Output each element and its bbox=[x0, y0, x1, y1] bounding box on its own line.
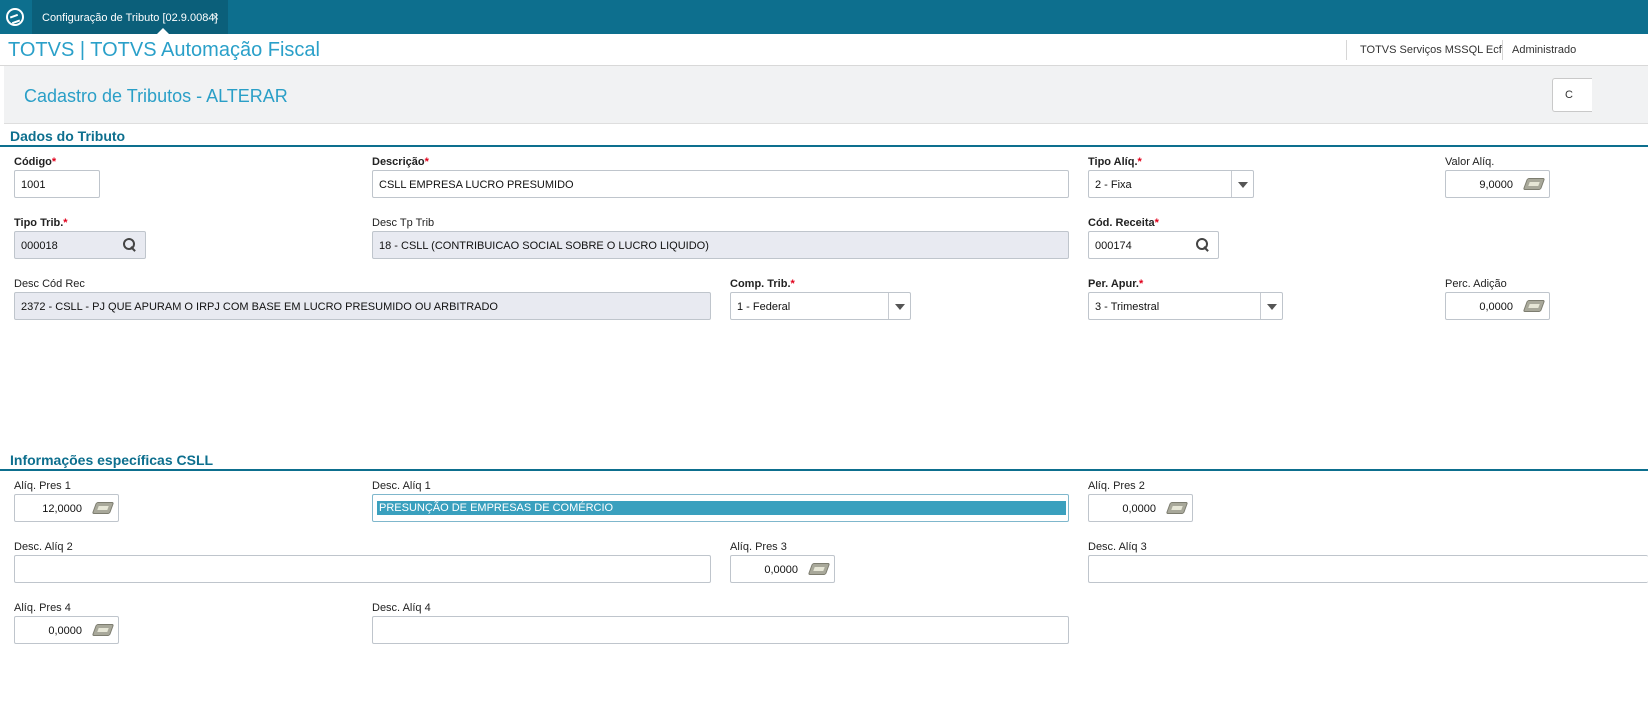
descricao-input[interactable]: CSLL EMPRESA LUCRO PRESUMIDO bbox=[372, 170, 1069, 198]
user-menu[interactable]: Administrado bbox=[1512, 44, 1576, 56]
app-window: Configuração de Tributo [02.9.0084] × TO… bbox=[0, 0, 1648, 710]
desc-tp-trib-field: 18 - CSLL (CONTRIBUICAO SOCIAL SOBRE O L… bbox=[372, 231, 1069, 259]
chevron-down-icon[interactable] bbox=[1260, 293, 1282, 319]
totvs-logo-icon[interactable] bbox=[6, 8, 24, 26]
desc-aliq-1-input[interactable]: PRESUNÇÃO DE EMPRESAS DE COMÉRCIO bbox=[372, 494, 1069, 522]
section-divider bbox=[0, 145, 1648, 147]
perc-adicao-input[interactable]: 0,0000 bbox=[1445, 292, 1550, 320]
tab-label: Configuração de Tributo [02.9.0084] bbox=[42, 12, 218, 24]
page-title-band: Cadastro de Tributos - ALTERAR C bbox=[4, 66, 1648, 124]
desc-aliq-4-input[interactable] bbox=[372, 616, 1069, 644]
codigo-input[interactable]: 1001 bbox=[14, 170, 100, 198]
valor-aliq-input[interactable]: 9,0000 bbox=[1445, 170, 1550, 198]
aliq-pres-4-label: Alíq. Pres 4 bbox=[14, 602, 71, 614]
comp-trib-label: Comp. Trib.* bbox=[730, 278, 795, 290]
tipo-trib-label: Tipo Trib.* bbox=[14, 217, 68, 229]
aliq-pres-2-label: Alíq. Pres 2 bbox=[1088, 480, 1145, 492]
tipo-trib-input[interactable]: 000018 bbox=[14, 231, 146, 259]
search-icon[interactable] bbox=[1196, 238, 1210, 252]
descricao-label: Descrição* bbox=[372, 156, 429, 168]
section-title-dados-tributo: Dados do Tributo bbox=[10, 128, 126, 144]
desc-aliq-2-label: Desc. Alíq 2 bbox=[14, 541, 73, 553]
section-divider bbox=[0, 469, 1648, 471]
desc-cod-rec-label: Desc Cód Rec bbox=[14, 278, 85, 290]
calculator-icon[interactable] bbox=[1522, 178, 1546, 190]
per-apur-label: Per. Apur.* bbox=[1088, 278, 1144, 290]
valor-aliq-label: Valor Alíq. bbox=[1445, 156, 1495, 168]
per-apur-select[interactable]: 3 - Trimestral bbox=[1088, 292, 1283, 320]
close-icon[interactable]: × bbox=[212, 10, 219, 24]
tipo-aliq-select[interactable]: 2 - Fixa bbox=[1088, 170, 1254, 198]
environment-label[interactable]: TOTVS Serviços MSSQL Ecf bbox=[1360, 44, 1502, 56]
desc-cod-rec-field: 2372 - CSLL - PJ QUE APURAM O IRPJ COM B… bbox=[14, 292, 711, 320]
chevron-down-icon[interactable] bbox=[1231, 171, 1253, 197]
calculator-icon[interactable] bbox=[91, 624, 115, 636]
desc-aliq-3-input[interactable] bbox=[1088, 555, 1648, 583]
perc-adicao-label: Perc. Adição bbox=[1445, 278, 1507, 290]
cod-receita-input[interactable]: 000174 bbox=[1088, 231, 1219, 259]
comp-trib-select[interactable]: 1 - Federal bbox=[730, 292, 911, 320]
desc-aliq-1-label: Desc. Alíq 1 bbox=[372, 480, 431, 492]
desc-tp-trib-label: Desc Tp Trib bbox=[372, 217, 435, 229]
cod-receita-label: Cód. Receita* bbox=[1088, 217, 1159, 229]
title-bar: Configuração de Tributo [02.9.0084] × bbox=[0, 0, 1648, 35]
brand-title: TOTVS | TOTVS Automação Fiscal bbox=[8, 39, 320, 61]
tipo-aliq-label: Tipo Alíq.* bbox=[1088, 156, 1142, 168]
header-divider bbox=[1502, 40, 1503, 60]
header-divider bbox=[1346, 40, 1347, 60]
tab-configuracao-tributo[interactable]: Configuração de Tributo [02.9.0084] × bbox=[32, 0, 228, 35]
aliq-pres-4-input[interactable]: 0,0000 bbox=[14, 616, 119, 644]
section-title-csll: Informações específicas CSLL bbox=[10, 452, 214, 468]
aliq-pres-3-label: Alíq. Pres 3 bbox=[730, 541, 787, 553]
desc-aliq-4-label: Desc. Alíq 4 bbox=[372, 602, 431, 614]
calculator-icon[interactable] bbox=[807, 563, 831, 575]
search-icon[interactable] bbox=[123, 238, 137, 252]
chevron-down-icon[interactable] bbox=[888, 293, 910, 319]
calculator-icon[interactable] bbox=[1165, 502, 1189, 514]
codigo-label: Código* bbox=[14, 156, 57, 168]
desc-aliq-2-input[interactable] bbox=[14, 555, 711, 583]
desc-aliq-3-label: Desc. Alíq 3 bbox=[1088, 541, 1147, 553]
page-title: Cadastro de Tributos - ALTERAR bbox=[24, 86, 288, 106]
app-header: TOTVS | TOTVS Automação Fiscal TOTVS Ser… bbox=[0, 34, 1648, 66]
aliq-pres-2-input[interactable]: 0,0000 bbox=[1088, 494, 1193, 522]
aliq-pres-1-label: Alíq. Pres 1 bbox=[14, 480, 71, 492]
aliq-pres-3-input[interactable]: 0,0000 bbox=[730, 555, 835, 583]
confirm-button-label: C bbox=[1565, 89, 1573, 101]
calculator-icon[interactable] bbox=[91, 502, 115, 514]
aliq-pres-1-input[interactable]: 12,0000 bbox=[14, 494, 119, 522]
calculator-icon[interactable] bbox=[1522, 300, 1546, 312]
confirm-button[interactable]: C bbox=[1552, 78, 1592, 112]
